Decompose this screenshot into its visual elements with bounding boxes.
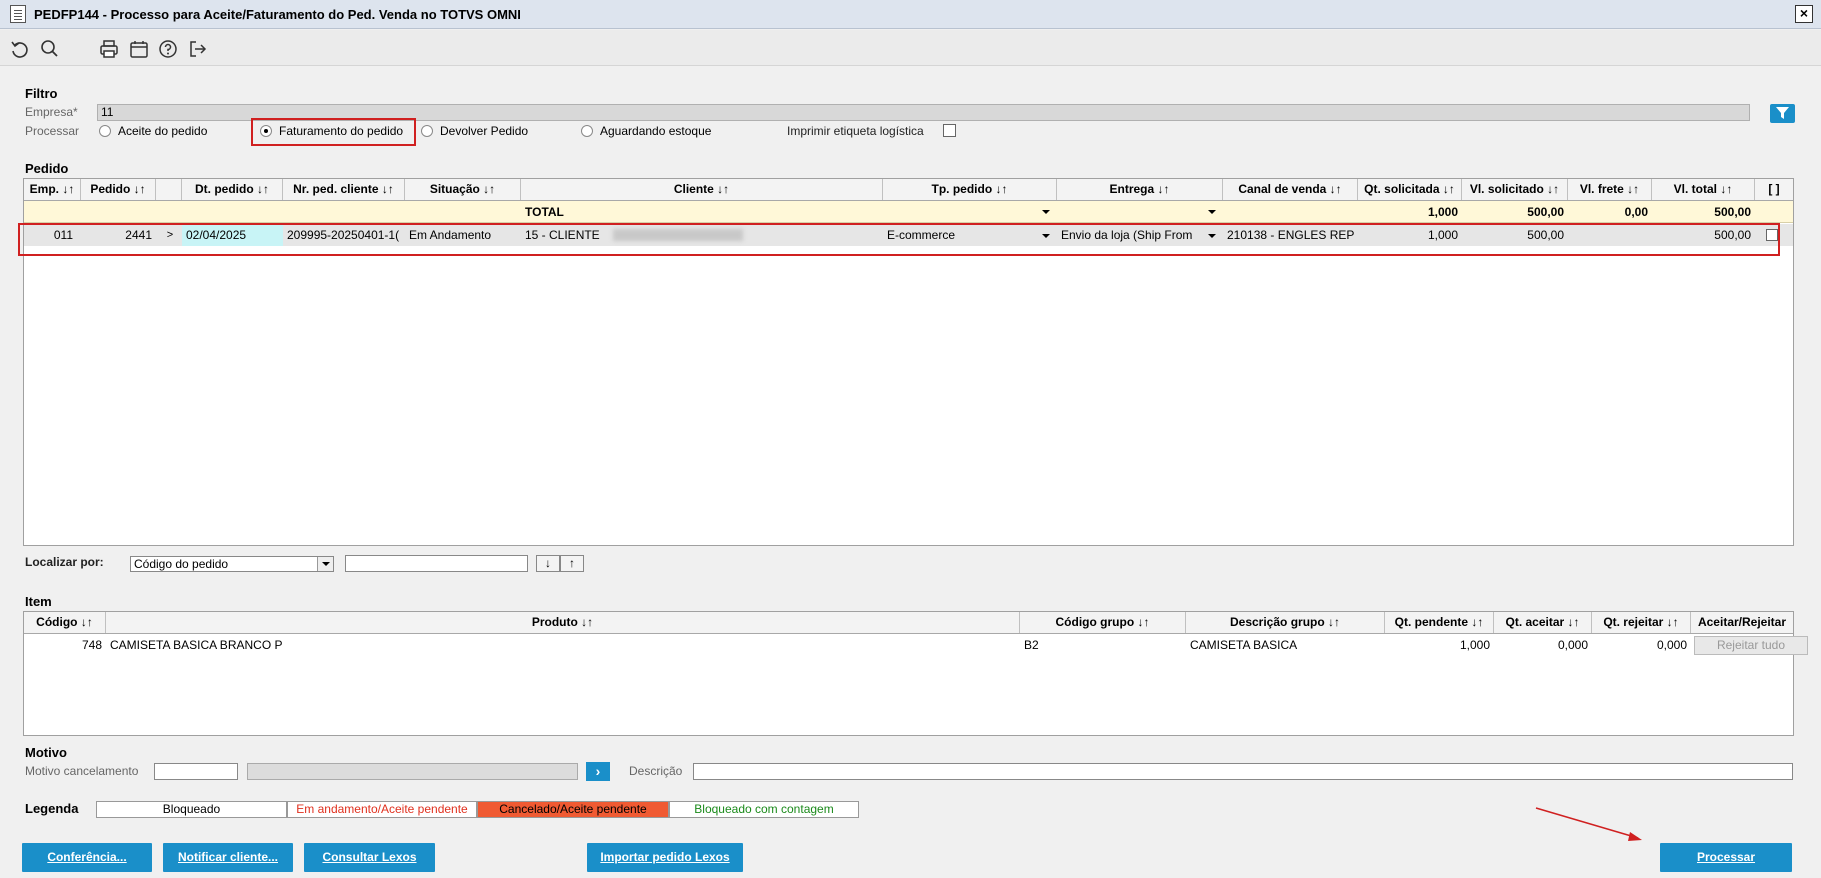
col-dt-pedido[interactable]: Dt. pedido ↓↑ bbox=[182, 179, 283, 200]
funnel-icon bbox=[1776, 107, 1789, 119]
localizar-input[interactable] bbox=[345, 555, 528, 572]
radio-label: Devolver Pedido bbox=[440, 124, 529, 138]
toolbar bbox=[0, 30, 1821, 66]
radio-label: Aceite do pedido bbox=[118, 124, 208, 138]
col-select-all[interactable]: [ ] bbox=[1755, 179, 1793, 200]
item-row[interactable]: 748 CAMISETA BASICA BRANCO P B2 CAMISETA… bbox=[24, 634, 1808, 656]
col-entrega[interactable]: Entrega ↓↑ bbox=[1057, 179, 1223, 200]
motivo-section-title: Motivo bbox=[25, 745, 67, 760]
radio-aceite-pedido[interactable]: Aceite do pedido bbox=[99, 124, 207, 138]
item-codigo: 748 bbox=[81, 638, 102, 652]
legend-bloqueado-contagem: Bloqueado com contagem bbox=[669, 801, 859, 818]
exit-icon[interactable] bbox=[187, 38, 209, 60]
tp-pedido-filter-dropdown[interactable] bbox=[1042, 210, 1050, 214]
sort-up-button[interactable]: ↑ bbox=[560, 555, 584, 572]
col-expand bbox=[156, 179, 182, 200]
filter-button[interactable] bbox=[1770, 104, 1795, 123]
radio-circle bbox=[581, 125, 593, 137]
empresa-label: Empresa* bbox=[25, 105, 78, 119]
item-qt-pendente: 1,000 bbox=[1459, 638, 1490, 652]
total-vl-solicitado: 500,00 bbox=[1527, 205, 1564, 219]
col-qt-solicitada[interactable]: Qt. solicitada ↓↑ bbox=[1358, 179, 1462, 200]
sort-down-button[interactable]: ↓ bbox=[536, 555, 560, 572]
col-vl-total[interactable]: Vl. total ↓↑ bbox=[1652, 179, 1755, 200]
descricao-label: Descrição bbox=[629, 764, 683, 778]
total-vl-frete: 0,00 bbox=[1624, 205, 1648, 219]
col-codigo[interactable]: Código ↓↑ bbox=[24, 612, 106, 633]
localizar-label: Localizar por: bbox=[25, 555, 104, 569]
radio-aguardando-estoque[interactable]: Aguardando estoque bbox=[581, 124, 711, 138]
entrega-filter-dropdown[interactable] bbox=[1208, 210, 1216, 214]
processar-button[interactable]: Processar bbox=[1660, 843, 1792, 872]
undo-icon[interactable] bbox=[9, 38, 31, 60]
legend-em-andamento: Em andamento/Aceite pendente bbox=[287, 801, 477, 818]
col-vl-frete[interactable]: Vl. frete ↓↑ bbox=[1568, 179, 1652, 200]
rejeitar-tudo-button[interactable]: Rejeitar tudo bbox=[1694, 636, 1808, 655]
window-title: PEDFP144 - Processo para Aceite/Faturame… bbox=[34, 6, 521, 22]
imprimir-etiqueta-checkbox[interactable] bbox=[943, 124, 956, 137]
annotation-arrow-icon bbox=[1535, 807, 1642, 841]
processar-label: Processar bbox=[25, 124, 80, 138]
localizar-select[interactable]: Código do pedido bbox=[130, 556, 334, 572]
motivo-search-button[interactable]: › bbox=[586, 762, 610, 781]
imprimir-etiqueta-label: Imprimir etiqueta logística bbox=[787, 124, 924, 138]
total-row: TOTAL 1,000 500,00 0,00 500,00 bbox=[24, 201, 1793, 223]
radio-circle bbox=[99, 125, 111, 137]
item-codigo-grupo: B2 bbox=[1024, 638, 1039, 652]
item-descricao-grupo: CAMISETA BASICA bbox=[1190, 638, 1298, 652]
radio-devolver-pedido[interactable]: Devolver Pedido bbox=[421, 124, 528, 138]
motivo-cancelamento-description-field bbox=[247, 763, 578, 780]
total-label: TOTAL bbox=[525, 205, 564, 219]
item-grid-header: Código ↓↑ Produto ↓↑ Código grupo ↓↑ Des… bbox=[24, 612, 1793, 634]
col-nr-ped-cliente[interactable]: Nr. ped. cliente ↓↑ bbox=[283, 179, 405, 200]
col-emp[interactable]: Emp. ↓↑ bbox=[24, 179, 81, 200]
filtro-section-title: Filtro bbox=[25, 86, 58, 101]
col-qt-pendente[interactable]: Qt. pendente ↓↑ bbox=[1385, 612, 1494, 633]
help-icon[interactable] bbox=[157, 38, 179, 60]
col-qt-rejeitar[interactable]: Qt. rejeitar ↓↑ bbox=[1592, 612, 1691, 633]
item-qt-rejeitar[interactable]: 0,000 bbox=[1592, 634, 1691, 656]
col-situacao[interactable]: Situação ↓↑ bbox=[405, 179, 521, 200]
descricao-input[interactable] bbox=[693, 763, 1793, 780]
col-pedido[interactable]: Pedido ↓↑ bbox=[81, 179, 156, 200]
item-produto: CAMISETA BASICA BRANCO P bbox=[110, 638, 283, 652]
highlight-faturamento bbox=[251, 118, 416, 146]
conferencia-button[interactable]: Conferência... bbox=[22, 843, 152, 872]
col-tp-pedido[interactable]: Tp. pedido ↓↑ bbox=[883, 179, 1057, 200]
col-canal-venda[interactable]: Canal de venda ↓↑ bbox=[1223, 179, 1358, 200]
col-aceitar-rejeitar: Aceitar/Rejeitar bbox=[1697, 615, 1787, 629]
col-codigo-grupo[interactable]: Código grupo ↓↑ bbox=[1020, 612, 1186, 633]
col-vl-solicitado[interactable]: Vl. solicitado ↓↑ bbox=[1462, 179, 1568, 200]
pedido-section-title: Pedido bbox=[25, 161, 69, 176]
calendar-icon[interactable] bbox=[128, 38, 150, 60]
col-produto[interactable]: Produto ↓↑ bbox=[106, 612, 1020, 633]
consultar-lexos-button[interactable]: Consultar Lexos bbox=[304, 843, 435, 872]
col-cliente[interactable]: Cliente ↓↑ bbox=[521, 179, 883, 200]
localizar-selected-value: Código do pedido bbox=[134, 557, 229, 571]
legend-cancelado: Cancelado/Aceite pendente bbox=[477, 801, 669, 818]
print-icon[interactable] bbox=[98, 38, 120, 60]
col-descricao-grupo[interactable]: Descrição grupo ↓↑ bbox=[1186, 612, 1385, 633]
highlight-pedido-row bbox=[18, 223, 1780, 256]
window-titlebar: PEDFP144 - Processo para Aceite/Faturame… bbox=[0, 0, 1821, 29]
col-qt-aceitar[interactable]: Qt. aceitar ↓↑ bbox=[1494, 612, 1592, 633]
radio-label: Aguardando estoque bbox=[600, 124, 712, 138]
chevron-down-icon bbox=[317, 557, 333, 571]
search-icon[interactable] bbox=[39, 38, 61, 60]
notificar-cliente-button[interactable]: Notificar cliente... bbox=[163, 843, 293, 872]
pedido-grid-header: Emp. ↓↑ Pedido ↓↑ Dt. pedido ↓↑ Nr. ped.… bbox=[24, 179, 1793, 201]
legenda-section-title: Legenda bbox=[25, 801, 79, 816]
total-vl-total: 500,00 bbox=[1714, 205, 1751, 219]
importar-pedido-lexos-button[interactable]: Importar pedido Lexos bbox=[587, 843, 743, 872]
item-grid: Código ↓↑ Produto ↓↑ Código grupo ↓↑ Des… bbox=[23, 611, 1808, 736]
radio-circle bbox=[421, 125, 433, 137]
legend-bloqueado: Bloqueado bbox=[96, 801, 287, 818]
app-document-icon bbox=[10, 5, 26, 23]
item-qt-aceitar[interactable]: 0,000 bbox=[1494, 634, 1592, 656]
total-qt-solicitada: 1,000 bbox=[1427, 205, 1458, 219]
motivo-cancelamento-code-input[interactable] bbox=[154, 763, 238, 780]
close-window-button[interactable]: × bbox=[1795, 5, 1813, 23]
motivo-cancelamento-label: Motivo cancelamento bbox=[25, 764, 139, 778]
item-section-title: Item bbox=[25, 594, 52, 609]
